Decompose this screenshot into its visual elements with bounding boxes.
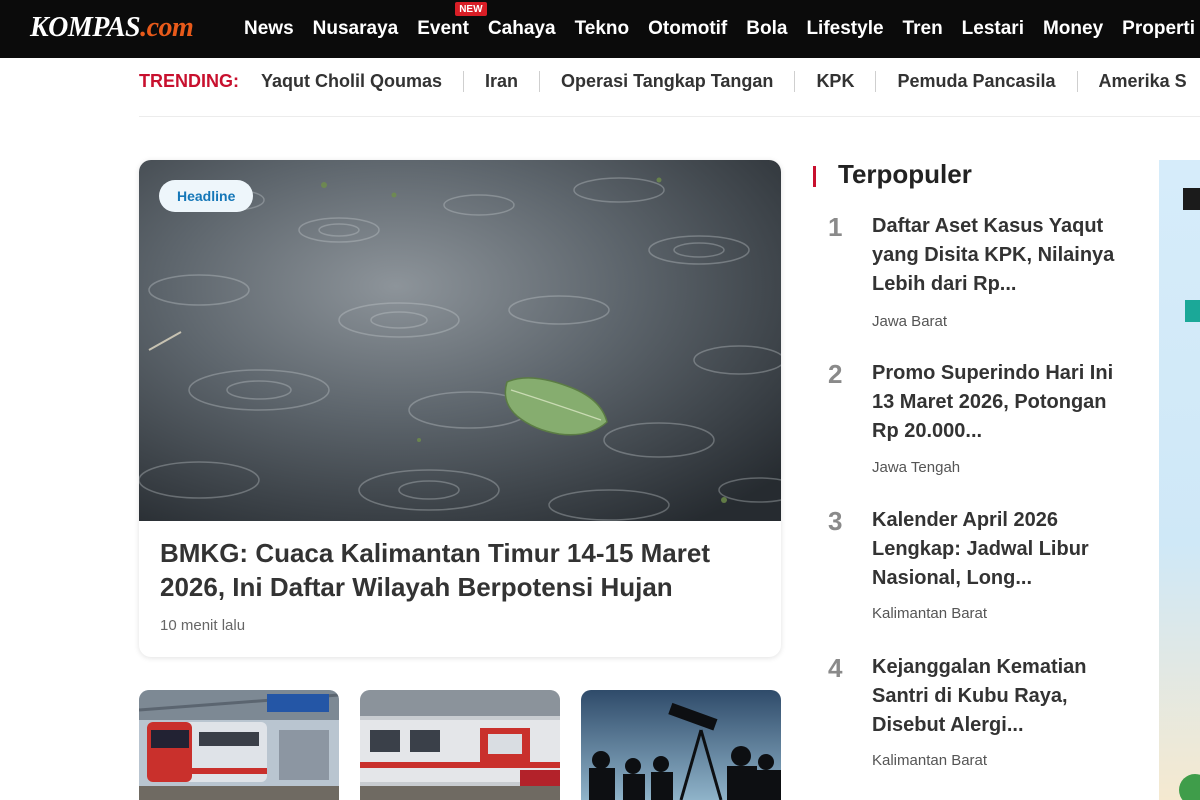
popular-item-location[interactable]: Kalimantan Barat [872, 752, 987, 769]
popular-rank: 2 [828, 359, 843, 389]
nav-item-otomotif[interactable]: Otomotif [648, 18, 727, 40]
trending-item[interactable]: Pemuda Pancasila [875, 70, 1076, 92]
logo-main: KOMPAS [30, 12, 141, 43]
news-thumbnail[interactable] [139, 690, 339, 800]
nav-item-cahaya[interactable]: Cahaya [488, 18, 556, 40]
popular-item-title[interactable]: Kalender April 2026 Lengkap: Jadwal Libu… [872, 506, 1122, 593]
headline-card[interactable]: Headline BMKG: Cuaca Kalimantan Timur 14… [139, 160, 781, 657]
popular-item-title[interactable]: Daftar Aset Kasus Yaqut yang Disita KPK,… [872, 212, 1122, 299]
trending-item[interactable]: Operasi Tangkap Tangan [539, 70, 794, 92]
headline-title[interactable]: BMKG: Cuaca Kalimantan Timur 14-15 Maret… [160, 536, 760, 604]
nav-item-tren[interactable]: Tren [903, 18, 943, 40]
trending-divider [139, 116, 1200, 117]
nav-item-lestari[interactable]: Lestari [962, 18, 1024, 40]
popular-accent-bar [813, 166, 816, 187]
nav-item-money[interactable]: Money [1043, 18, 1103, 40]
nav-item-event-label: Event [417, 18, 469, 39]
logo-suffix: .com [140, 12, 194, 43]
trending-label: TRENDING: [139, 70, 239, 91]
popular-item-title[interactable]: Promo Superindo Hari Ini 13 Maret 2026, … [872, 359, 1122, 446]
popular-rank: 3 [828, 506, 843, 536]
headline-image[interactable] [139, 160, 781, 521]
trending-bar: TRENDING: Yaqut Cholil Qoumas Iran Opera… [139, 64, 1200, 98]
nav-item-lifestyle[interactable]: Lifestyle [806, 18, 883, 40]
new-badge: NEW [455, 2, 487, 16]
popular-item-title[interactable]: Kejanggalan Kematian Santri di Kubu Raya… [872, 653, 1122, 740]
nav-item-nusaraya[interactable]: Nusaraya [313, 18, 399, 40]
headline-tag[interactable]: Headline [159, 180, 254, 212]
popular-item-location[interactable]: Jawa Tengah [872, 459, 960, 476]
nav-item-event[interactable]: Event NEW [417, 2, 487, 40]
trending-item[interactable]: Iran [463, 70, 539, 92]
site-logo[interactable]: KOMPAS.com [30, 12, 194, 44]
news-thumbnail[interactable] [360, 690, 560, 800]
main-nav: News Nusaraya Event NEW Cahaya Tekno Otom… [244, 0, 1200, 58]
headline-time: 10 menit lalu [160, 617, 246, 634]
nav-item-bola[interactable]: Bola [746, 18, 787, 40]
nav-item-tekno[interactable]: Tekno [575, 18, 630, 40]
advertisement-banner[interactable] [1159, 160, 1200, 800]
popular-rank: 4 [828, 653, 843, 683]
nav-item-news[interactable]: News [244, 18, 294, 40]
nav-item-properti[interactable]: Properti [1122, 18, 1195, 40]
trending-item[interactable]: Yaqut Cholil Qoumas [261, 71, 463, 92]
trending-item[interactable]: KPK [794, 70, 875, 92]
popular-item-location[interactable]: Kalimantan Barat [872, 605, 987, 622]
popular-title: Terpopuler [838, 159, 972, 189]
trending-item[interactable]: Amerika S [1076, 70, 1200, 92]
news-thumbnail[interactable] [581, 690, 781, 800]
popular-rank: 1 [828, 212, 843, 242]
popular-item-location[interactable]: Jawa Barat [872, 313, 947, 330]
top-navbar: KOMPAS.com News Nusaraya Event NEW Cahaya… [0, 0, 1200, 58]
